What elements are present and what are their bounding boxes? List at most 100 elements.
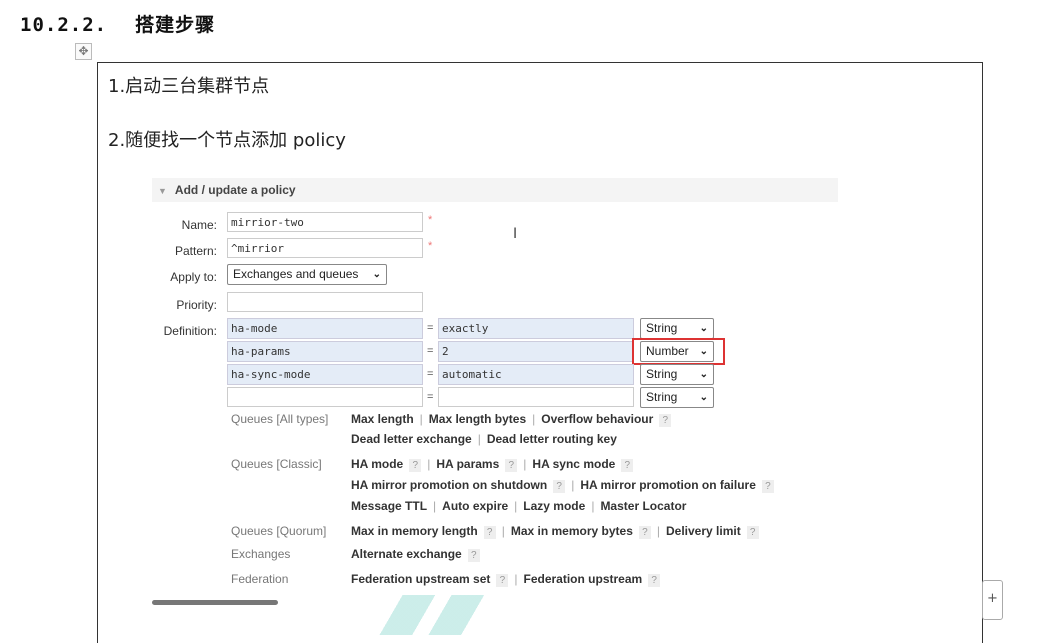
- link-separator: |: [501, 524, 505, 538]
- shortcut-link[interactable]: Delivery limit: [666, 524, 741, 538]
- shortcut-link[interactable]: Max length bytes: [429, 412, 526, 426]
- shortcut-link-row: Federation upstream set? | Federation upst…: [351, 572, 661, 587]
- link-separator: |: [656, 524, 660, 538]
- triangle-down-icon: ▼: [158, 186, 167, 196]
- heading-number: 10.2.2.: [20, 14, 108, 36]
- shortcut-link[interactable]: Dead letter routing key: [487, 432, 617, 446]
- pattern-input[interactable]: ^mirrior: [227, 238, 423, 258]
- definition-type-select[interactable]: String ⌄: [640, 387, 714, 408]
- definition-value-input[interactable]: automatic: [438, 364, 634, 385]
- shortcut-link-row: Dead letter exchange | Dead letter routing…: [351, 432, 617, 446]
- section-heading: 10.2.2. 搭建步骤: [20, 10, 215, 37]
- definition-value-input[interactable]: 2: [438, 341, 634, 362]
- equals-sign: =: [427, 345, 434, 357]
- name-label: Name:: [181, 218, 217, 232]
- link-separator: |: [523, 457, 527, 471]
- policy-section-header[interactable]: ▼ Add / update a policy: [152, 178, 838, 202]
- definition-value-input[interactable]: exactly: [438, 318, 634, 339]
- policy-section-title: Add / update a policy: [174, 183, 296, 197]
- help-icon[interactable]: ?: [621, 459, 634, 472]
- name-input[interactable]: mirrior-two: [227, 212, 423, 232]
- group-label: Exchanges: [231, 547, 291, 561]
- shortcut-link-row: HA mode? | HA params? | HA sync mode?: [351, 457, 634, 472]
- policy-form-screenshot: ▼ Add / update a policy Name: mirrior-two…: [130, 174, 850, 629]
- chevron-down-icon: ⌄: [699, 369, 708, 380]
- shortcut-link[interactable]: Max in memory bytes: [511, 524, 633, 538]
- group-label: Federation: [231, 572, 289, 586]
- apply-to-value: Exchanges and queues: [233, 267, 359, 281]
- shortcut-link[interactable]: HA params: [436, 457, 499, 471]
- shortcut-link[interactable]: Alternate exchange: [351, 547, 462, 561]
- link-separator: |: [591, 499, 595, 513]
- help-icon[interactable]: ?: [496, 574, 509, 587]
- chevron-down-icon: ⌄: [372, 269, 381, 280]
- definition-key-input[interactable]: [227, 387, 423, 407]
- pattern-label: Pattern:: [174, 244, 217, 258]
- link-separator: |: [419, 412, 423, 426]
- shortcut-link[interactable]: Max in memory length: [351, 524, 478, 538]
- priority-input[interactable]: [227, 292, 423, 312]
- heading-title: 搭建步骤: [135, 14, 216, 36]
- apply-to-select[interactable]: Exchanges and queues ⌄: [227, 264, 387, 285]
- priority-label: Priority:: [176, 298, 217, 312]
- shortcut-link[interactable]: Auto expire: [442, 499, 508, 513]
- definition-type-value: String: [646, 390, 678, 404]
- highlight-box: [632, 338, 725, 365]
- link-separator: |: [477, 432, 481, 446]
- help-icon[interactable]: ?: [467, 549, 480, 562]
- shortcut-link[interactable]: Lazy mode: [523, 499, 585, 513]
- shortcut-link[interactable]: Federation upstream set: [351, 572, 490, 586]
- link-separator: |: [514, 572, 518, 586]
- help-icon[interactable]: ?: [638, 526, 651, 539]
- shortcut-link[interactable]: Federation upstream: [524, 572, 643, 586]
- shortcut-link[interactable]: Overflow behaviour: [541, 412, 653, 426]
- shortcut-link[interactable]: Message TTL: [351, 499, 427, 513]
- help-icon[interactable]: ?: [483, 526, 496, 539]
- shortcut-link-row: Max length | Max length bytes | Overflow beh…: [351, 412, 672, 427]
- text-cursor-icon: I: [513, 226, 518, 242]
- help-icon[interactable]: ?: [659, 414, 672, 427]
- group-label: Queues [All types]: [231, 412, 329, 426]
- definition-key-input[interactable]: ha-mode: [227, 318, 423, 339]
- help-icon[interactable]: ?: [746, 526, 759, 539]
- definition-key-input[interactable]: ha-sync-mode: [227, 364, 423, 385]
- help-icon[interactable]: ?: [505, 459, 518, 472]
- help-icon[interactable]: ?: [409, 459, 422, 472]
- required-marker: *: [428, 240, 433, 252]
- chevron-down-icon: ⌄: [699, 392, 708, 403]
- add-button[interactable]: +: [982, 580, 1003, 620]
- move-handle-icon[interactable]: ✥: [75, 43, 92, 60]
- group-label: Queues [Classic]: [231, 457, 322, 471]
- step-1: 1.启动三台集群节点: [108, 76, 270, 97]
- help-icon[interactable]: ?: [553, 480, 566, 493]
- shortcut-link-row: Message TTL | Auto expire | Lazy mode | Master…: [351, 499, 686, 513]
- link-separator: |: [514, 499, 518, 513]
- shortcut-link[interactable]: Dead letter exchange: [351, 432, 472, 446]
- definition-key-input[interactable]: ha-params: [227, 341, 423, 362]
- equals-sign: =: [427, 391, 434, 403]
- equals-sign: =: [427, 322, 434, 334]
- required-marker: *: [428, 214, 433, 226]
- shortcut-link[interactable]: Master Locator: [600, 499, 686, 513]
- shortcut-link[interactable]: HA mirror promotion on shutdown: [351, 478, 547, 492]
- step-2: 2.随便找一个节点添加 policy: [108, 130, 346, 151]
- shortcut-link[interactable]: HA mode: [351, 457, 403, 471]
- shortcut-link-row: Alternate exchange?: [351, 547, 480, 562]
- shortcut-link[interactable]: HA mirror promotion on failure: [580, 478, 756, 492]
- shortcut-link[interactable]: Max length: [351, 412, 414, 426]
- definition-type-select[interactable]: String ⌄: [640, 364, 714, 385]
- definition-type-select[interactable]: String ⌄: [640, 318, 714, 339]
- definition-value-input[interactable]: [438, 387, 634, 407]
- chevron-down-icon: ⌄: [699, 323, 708, 334]
- shortcut-link-row: Max in memory length? | Max in memory byte…: [351, 524, 759, 539]
- help-icon[interactable]: ?: [648, 574, 661, 587]
- scroll-indicator: [152, 600, 278, 605]
- help-icon[interactable]: ?: [761, 480, 774, 493]
- watermark-logo: [370, 595, 510, 635]
- shortcut-link-row: HA mirror promotion on shutdown? | HA mirr…: [351, 478, 774, 493]
- link-separator: |: [433, 499, 437, 513]
- link-separator: |: [427, 457, 431, 471]
- shortcut-link[interactable]: HA sync mode: [532, 457, 615, 471]
- link-separator: |: [532, 412, 536, 426]
- definition-type-value: String: [646, 367, 678, 381]
